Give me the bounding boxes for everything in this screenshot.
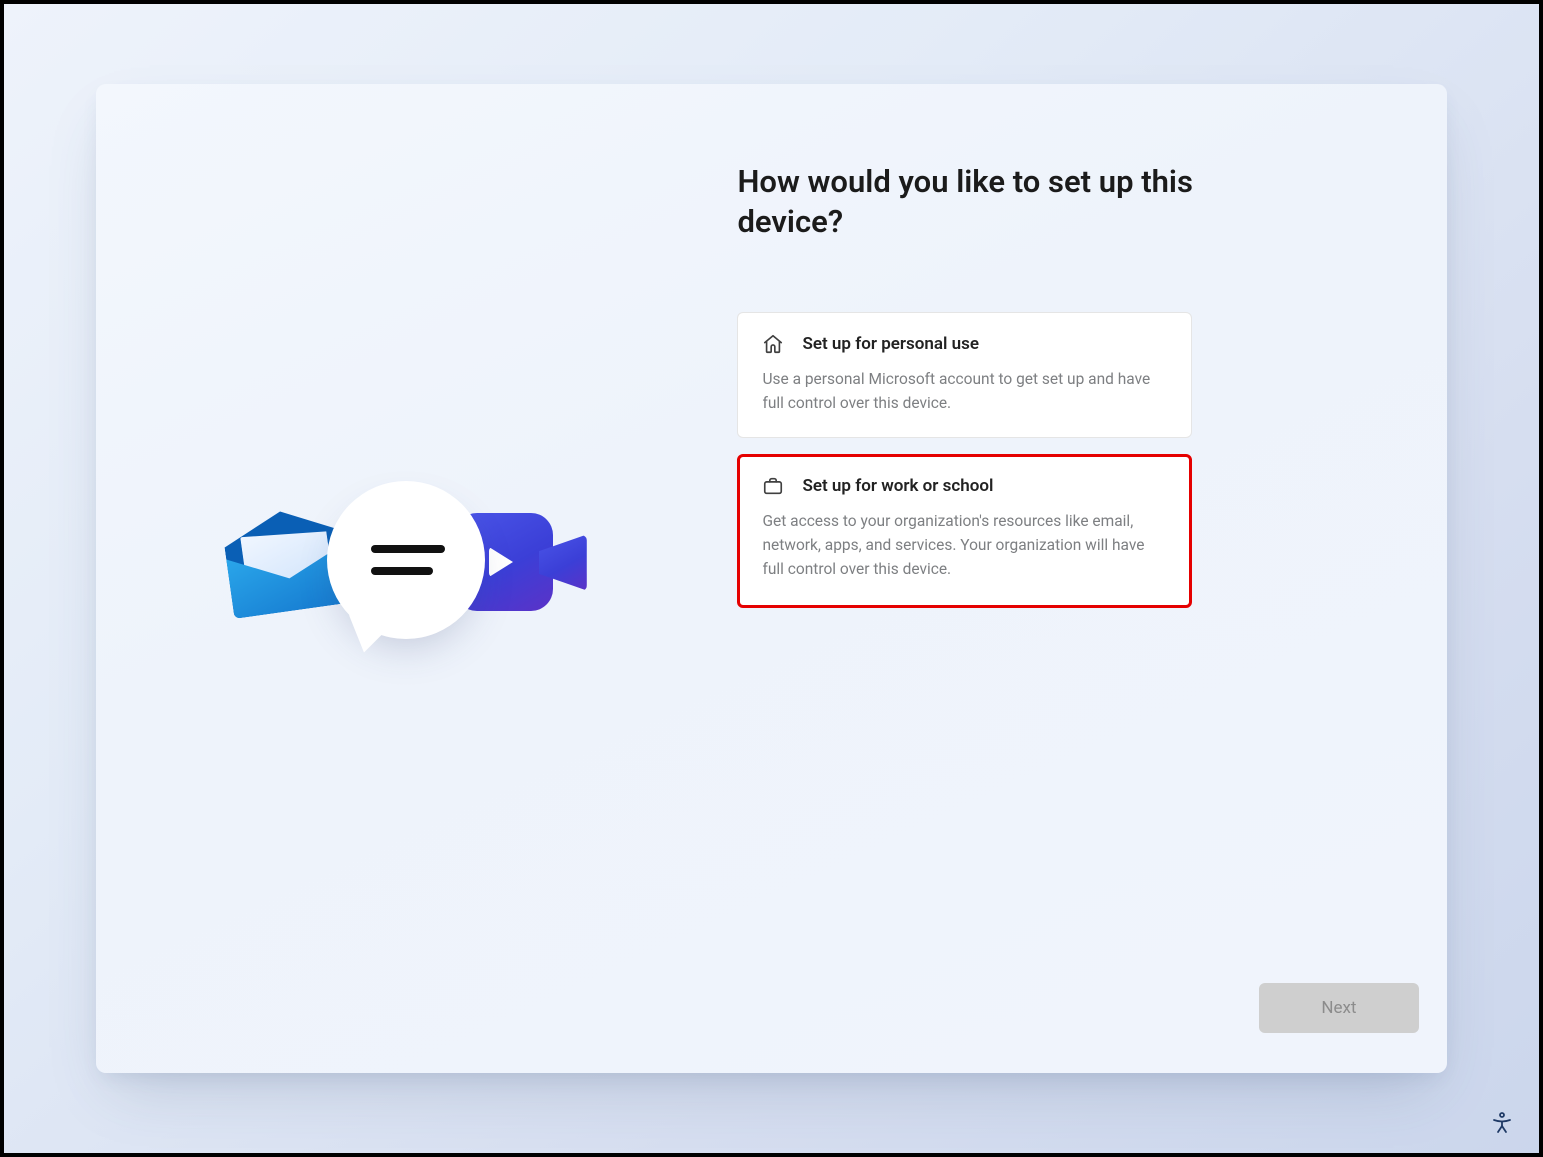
chat-bubble-icon (327, 481, 485, 639)
illustration-pane (96, 84, 717, 1072)
option-work-title: Set up for work or school (802, 476, 993, 496)
option-work-description: Get access to your organization's resour… (762, 509, 1167, 581)
option-personal[interactable]: Set up for personal use Use a personal M… (737, 312, 1192, 438)
accessibility-button[interactable] (1485, 1107, 1519, 1141)
option-personal-title: Set up for personal use (802, 334, 979, 354)
page-title: How would you like to set up this device… (737, 162, 1207, 241)
oobe-card: How would you like to set up this device… (96, 84, 1447, 1072)
content-pane: How would you like to set up this device… (717, 84, 1446, 1072)
setup-illustration (227, 469, 587, 689)
next-button[interactable]: Next (1259, 983, 1419, 1033)
home-icon (762, 333, 784, 355)
option-personal-description: Use a personal Microsoft account to get … (762, 367, 1167, 415)
option-work-school[interactable]: Set up for work or school Get access to … (737, 454, 1192, 608)
accessibility-icon (1490, 1111, 1514, 1138)
briefcase-icon (762, 475, 784, 497)
